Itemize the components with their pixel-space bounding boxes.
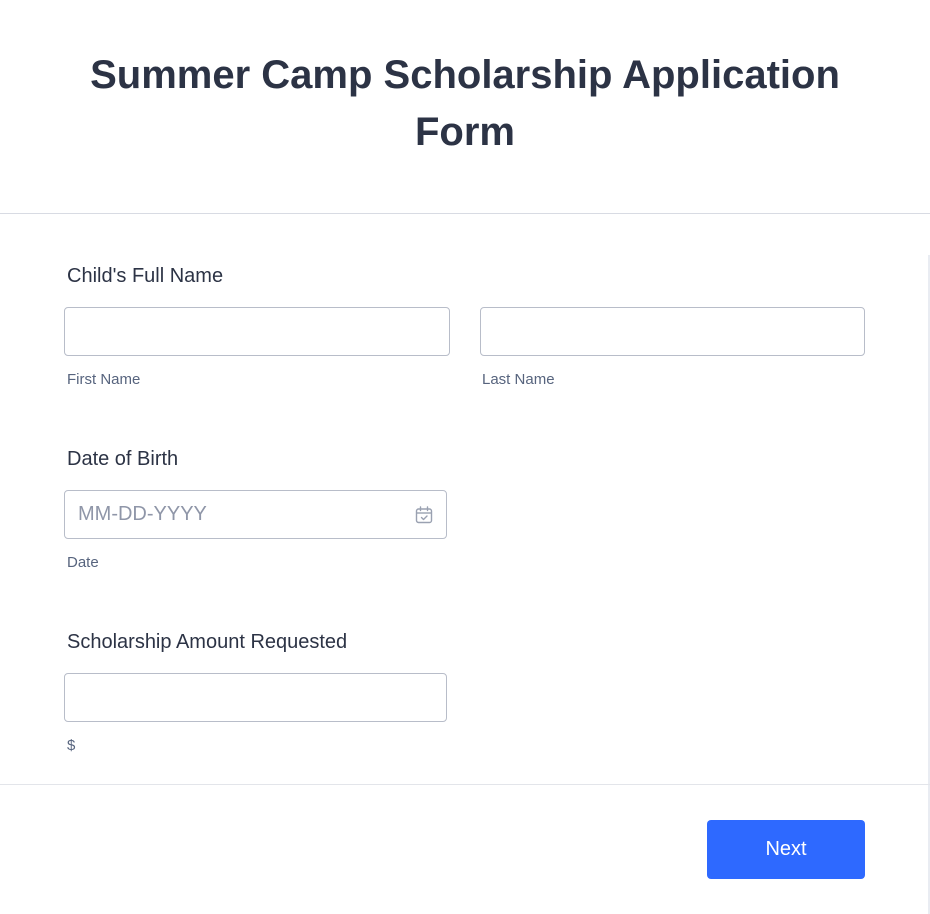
form-title: Summer Camp Scholarship Application Form [90, 52, 840, 154]
first-name-input[interactable] [64, 307, 450, 356]
currency-sublabel: $ [67, 737, 76, 754]
scholarship-amount-label: Scholarship Amount Requested [67, 631, 348, 653]
footer-divider [0, 784, 930, 785]
form-header: Summer Camp Scholarship Application Form [0, 0, 930, 214]
date-of-birth-label: Date of Birth [67, 448, 179, 470]
scholarship-amount-input[interactable] [64, 673, 447, 722]
next-button[interactable]: Next [707, 820, 865, 879]
child-name-label: Child's Full Name [67, 265, 224, 287]
last-name-sublabel: Last Name [482, 371, 555, 388]
last-name-input[interactable] [480, 307, 865, 356]
date-of-birth-input[interactable] [64, 490, 447, 539]
calendar-check-icon[interactable] [415, 506, 433, 524]
first-name-sublabel: First Name [67, 371, 141, 388]
form-page: Summer Camp Scholarship Application Form… [0, 0, 930, 914]
date-sublabel: Date [67, 554, 99, 571]
